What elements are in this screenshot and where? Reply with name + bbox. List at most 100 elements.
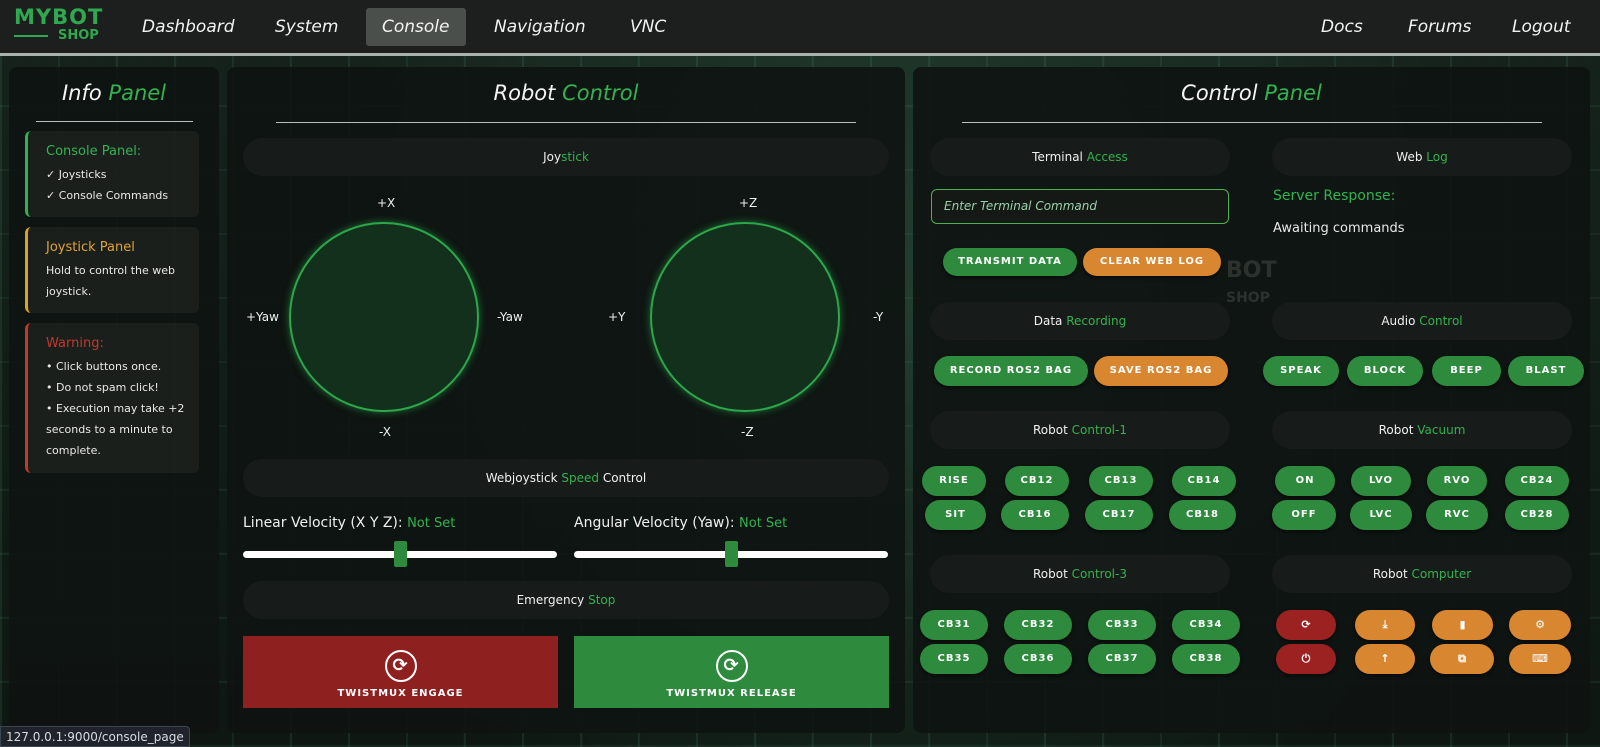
weblog-header-a: Web — [1396, 150, 1423, 164]
cb28-button[interactable]: CB28 — [1505, 500, 1569, 530]
cb16-button[interactable]: CB16 — [1001, 500, 1069, 530]
download-icon[interactable]: ⤓ — [1355, 610, 1415, 640]
speed-header-b: Speed — [561, 471, 599, 485]
joy1-label-top: +X — [377, 196, 396, 210]
robot-control-3-header: Robot Control-3 — [930, 555, 1230, 593]
lvo-button[interactable]: LVO — [1351, 466, 1411, 496]
audio-header-a: Audio — [1381, 314, 1416, 328]
control1-header-b: Control-1 — [1071, 423, 1127, 437]
card-title: Joystick Panel — [46, 240, 135, 255]
sit-button[interactable]: SIT — [925, 500, 986, 530]
beep-button[interactable]: BEEP — [1432, 356, 1501, 386]
card-line: ✓ Joysticks — [46, 168, 107, 181]
cb12-button[interactable]: CB12 — [1005, 466, 1069, 496]
angular-slider-thumb[interactable] — [725, 541, 738, 567]
twistmux-engage-button[interactable]: ⟳ TWISTMUX ENGAGE — [243, 636, 558, 708]
nav-logout[interactable]: Logout — [1496, 8, 1587, 46]
card-title: Console Panel: — [46, 144, 142, 159]
robot-control-divider — [276, 122, 856, 123]
speed-header-a: Webjoystick — [485, 471, 558, 485]
card-line: joystick. — [46, 285, 92, 298]
status-bar-url: 127.0.0.1:9000/console_page — [0, 726, 190, 747]
terminal-header-a: Terminal — [1032, 150, 1083, 164]
cb14-button[interactable]: CB14 — [1172, 466, 1236, 496]
terminal-access-header: Terminal Access — [930, 138, 1230, 176]
angular-label-text: Angular Velocity (Yaw): — [574, 515, 735, 531]
lvc-button[interactable]: LVC — [1350, 500, 1412, 530]
rise-button[interactable]: RISE — [922, 466, 986, 496]
control-title-a: Control — [1181, 81, 1258, 105]
robot-title-a: Robot — [493, 81, 556, 105]
vacuum-off-button[interactable]: OFF — [1272, 500, 1336, 530]
robot-vacuum-header: Robot Vacuum — [1272, 411, 1572, 449]
vacuum-header-b: Vacuum — [1417, 423, 1466, 437]
blast-button[interactable]: BLAST — [1508, 356, 1584, 386]
cb24-button[interactable]: CB24 — [1505, 466, 1569, 496]
record-ros2-bag-button[interactable]: RECORD ROS2 BAG — [934, 356, 1088, 386]
nav-docs[interactable]: Docs — [1305, 8, 1379, 46]
block-button[interactable]: BLOCK — [1347, 356, 1423, 386]
cb36-button[interactable]: CB36 — [1004, 644, 1072, 674]
linear-slider-thumb[interactable] — [394, 541, 407, 567]
angular-velocity-slider[interactable] — [574, 541, 888, 567]
cb35-button[interactable]: CB35 — [920, 644, 988, 674]
card-line: • Do not spam click! — [46, 381, 159, 394]
joystick-zy[interactable] — [650, 222, 840, 412]
cb18-button[interactable]: CB18 — [1169, 500, 1236, 530]
terminal-header-b: Access — [1086, 150, 1128, 164]
reboot-icon[interactable]: ⟳ — [1276, 610, 1336, 640]
robot-computer-header: Robot Computer — [1272, 555, 1572, 593]
power-icon[interactable]: ⏻ — [1276, 644, 1336, 674]
nav-vnc[interactable]: VNC — [614, 8, 682, 46]
control-panel-divider — [962, 122, 1542, 123]
speak-button[interactable]: SPEAK — [1263, 356, 1339, 386]
top-navbar: MYBOT SHOP Dashboard System Console Navi… — [0, 0, 1600, 56]
cb37-button[interactable]: CB37 — [1088, 644, 1156, 674]
nav-dashboard[interactable]: Dashboard — [126, 8, 251, 46]
joy1-label-right: -Yaw — [497, 310, 523, 324]
audio-control-header: Audio Control — [1272, 302, 1572, 340]
linear-velocity-slider[interactable] — [243, 541, 557, 567]
trash-icon[interactable]: ▮ — [1432, 610, 1493, 640]
terminal-command-input[interactable]: Enter Terminal Command — [931, 189, 1229, 224]
cb13-button[interactable]: CB13 — [1089, 466, 1153, 496]
computer-header-b: Computer — [1411, 567, 1472, 581]
transmit-data-button[interactable]: TRANSMIT DATA — [943, 248, 1077, 276]
logo-bar — [14, 35, 48, 37]
clear-web-log-button[interactable]: CLEAR WEB LOG — [1083, 248, 1221, 276]
keyboard-icon[interactable]: ⌨ — [1509, 644, 1571, 674]
warning-card: Warning: • Click buttons once. • Do not … — [25, 323, 199, 473]
server-response-value: Awaiting commands — [1273, 221, 1405, 236]
joy-header-a: Joy — [543, 150, 562, 164]
info-panel: Info Panel Console Panel: ✓ Joysticks ✓ … — [9, 67, 219, 733]
nav-navigation[interactable]: Navigation — [478, 8, 602, 46]
settings-icon[interactable]: ⚙ — [1509, 610, 1571, 640]
twistmux-release-button[interactable]: ⟳ TWISTMUX RELEASE — [574, 636, 889, 708]
nav-console[interactable]: Console — [366, 8, 466, 46]
cb31-button[interactable]: CB31 — [920, 610, 988, 640]
nav-system[interactable]: System — [259, 8, 354, 46]
control-title-b: Panel — [1264, 81, 1322, 105]
rvo-button[interactable]: RVO — [1427, 466, 1487, 496]
cb33-button[interactable]: CB33 — [1088, 610, 1156, 640]
upload-icon[interactable]: ↑ — [1355, 644, 1415, 674]
save-ros2-bag-button[interactable]: SAVE ROS2 BAG — [1094, 356, 1228, 386]
engage-label: TWISTMUX ENGAGE — [337, 688, 464, 699]
web-log-header: Web Log — [1272, 138, 1572, 176]
info-divider — [36, 121, 193, 122]
vacuum-on-button[interactable]: ON — [1275, 466, 1335, 496]
cb38-button[interactable]: CB38 — [1172, 644, 1240, 674]
logo-subtext: SHOP — [58, 28, 99, 43]
nav-forums[interactable]: Forums — [1392, 8, 1487, 46]
robot-title-b: Control — [562, 81, 639, 105]
robot-control-1-header: Robot Control-1 — [930, 411, 1230, 449]
mybot-logo[interactable]: MYBOT SHOP — [14, 6, 104, 46]
cb32-button[interactable]: CB32 — [1004, 610, 1072, 640]
joy1-label-bottom: -X — [379, 425, 391, 439]
cb34-button[interactable]: CB34 — [1172, 610, 1240, 640]
cb17-button[interactable]: CB17 — [1085, 500, 1153, 530]
joystick-xyaw[interactable] — [289, 222, 479, 412]
network-icon[interactable]: ⧉ — [1430, 644, 1494, 674]
rvc-button[interactable]: RVC — [1426, 500, 1488, 530]
control3-header-b: Control-3 — [1071, 567, 1127, 581]
